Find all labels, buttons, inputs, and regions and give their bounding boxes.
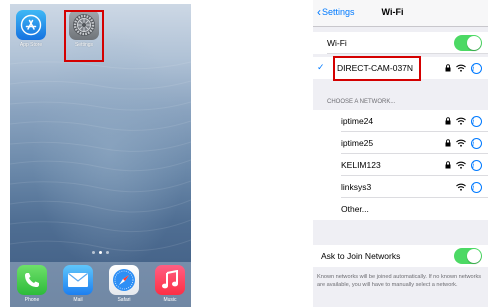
other-network-row[interactable]: Other... (313, 198, 488, 220)
info-icon[interactable]: i (471, 137, 482, 149)
app-store-app[interactable]: App Store (14, 10, 48, 48)
info-icon[interactable]: i (471, 115, 482, 127)
wifi-signal-icon (456, 161, 466, 169)
compass-icon (109, 265, 139, 295)
lock-icon (445, 64, 451, 72)
app-store-label: App Store (19, 42, 43, 48)
network-name: KELIM123 (341, 160, 381, 170)
lock-icon (445, 117, 451, 125)
page-dot (99, 251, 102, 254)
wifi-signal-icon (456, 183, 466, 191)
mail-label: Mail (73, 297, 83, 303)
network-name: linksys3 (341, 182, 372, 192)
mail-app[interactable]: Mail (60, 265, 96, 303)
wifi-toggle-row: Wi-Fi (313, 32, 488, 54)
dock: Phone Mail Safari Music (10, 262, 191, 307)
wifi-settings-screen: ‹ Settings Wi-Fi Wi-Fi ✓ DIRECT-CAM-037N… (313, 0, 488, 307)
safari-app[interactable]: Safari (106, 265, 142, 303)
network-status-icons: i (440, 158, 482, 172)
navigation-bar: ‹ Settings Wi-Fi (313, 0, 488, 27)
network-status-icons: i (440, 61, 482, 75)
phone-label: Phone (24, 297, 40, 303)
section-header: CHOOSE A NETWORK... (327, 99, 396, 105)
network-highlight-box (333, 56, 421, 81)
ask-to-join-toggle[interactable] (454, 248, 482, 264)
network-status-icons: i (440, 114, 482, 128)
music-app[interactable]: Music (152, 265, 188, 303)
safari-label: Safari (117, 297, 131, 303)
phone-icon (17, 265, 47, 295)
lock-icon (445, 139, 451, 147)
network-row[interactable]: KELIM123 i (313, 154, 488, 176)
info-icon[interactable]: i (471, 62, 482, 74)
settings-highlight-box (64, 10, 104, 62)
wifi-signal-icon (456, 117, 466, 125)
network-row[interactable]: iptime25 i (313, 132, 488, 154)
page-dot (106, 251, 109, 254)
toggle-knob (467, 36, 481, 50)
wifi-toggle[interactable] (454, 35, 482, 51)
divider (327, 53, 488, 54)
ask-to-join-row: Ask to Join Networks (313, 245, 488, 267)
ask-to-join-label: Ask to Join Networks (321, 251, 401, 261)
page-dot (92, 251, 95, 254)
footer-note: Known networks will be joined automatica… (317, 274, 482, 288)
network-row[interactable]: iptime24 i (313, 110, 488, 132)
info-icon[interactable]: i (471, 159, 482, 171)
app-store-icon (16, 10, 46, 40)
page-title-text: Wi-Fi (381, 7, 404, 17)
wifi-toggle-label: Wi-Fi (327, 38, 347, 48)
network-name: iptime24 (341, 116, 374, 126)
music-note-icon (155, 265, 185, 295)
home-screen: App Store Settings Phone Mail Safari Mus… (10, 4, 191, 307)
other-network-label: Other... (341, 204, 369, 214)
phone-app[interactable]: Phone (14, 265, 50, 303)
mail-icon (63, 265, 93, 295)
page-indicator[interactable] (10, 251, 191, 254)
wifi-signal-icon (456, 64, 466, 72)
music-label: Music (163, 297, 177, 303)
wifi-signal-icon (456, 139, 466, 147)
network-status-icons: i (440, 136, 482, 150)
lock-icon (445, 161, 451, 169)
toggle-knob (467, 249, 481, 263)
info-icon[interactable]: i (471, 181, 482, 193)
network-row[interactable]: linksys3 i (313, 176, 488, 198)
network-name: iptime25 (341, 138, 374, 148)
network-status-icons: i (451, 180, 482, 194)
checkmark-icon: ✓ (317, 62, 325, 72)
page-title: Wi-Fi (313, 7, 488, 17)
